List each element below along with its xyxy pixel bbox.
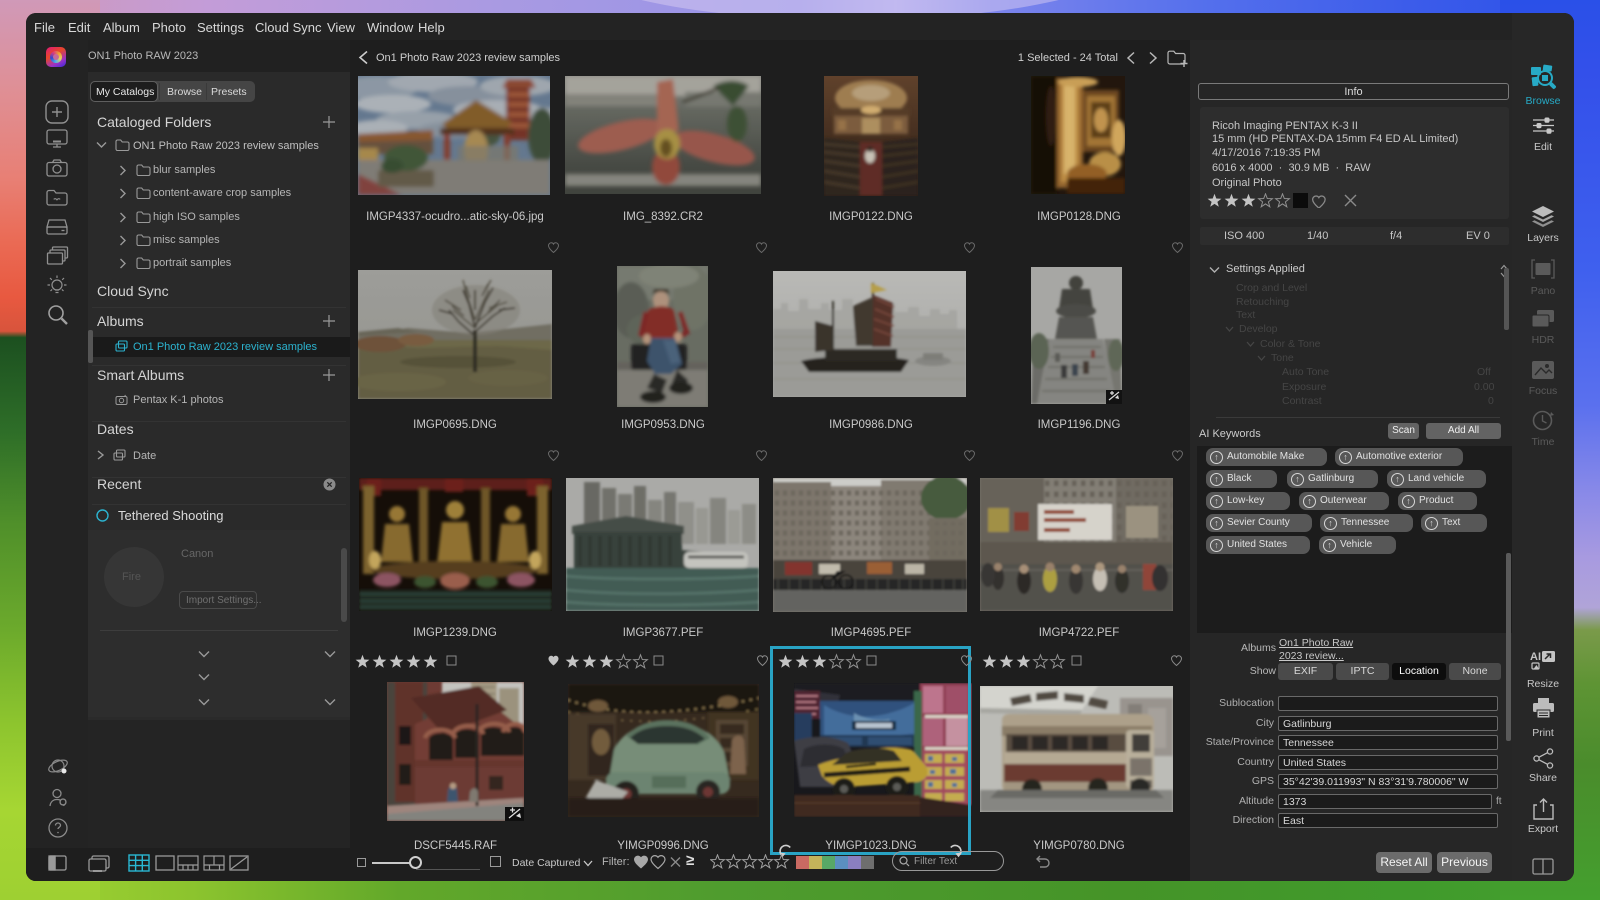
svg-text:AI: AI xyxy=(1530,651,1541,663)
